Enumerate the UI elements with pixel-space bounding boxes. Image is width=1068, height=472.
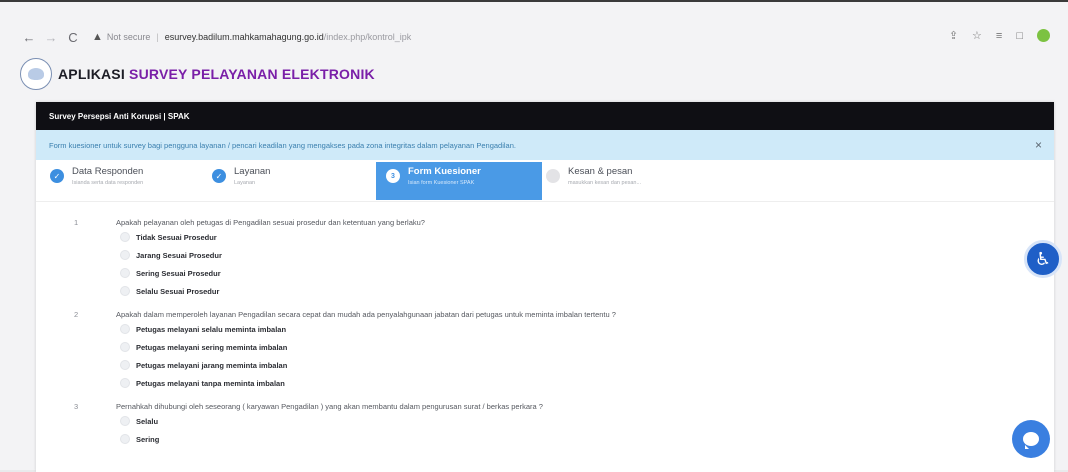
step-text: Layanan Layanan (234, 166, 270, 186)
answer-option-label: Sering (136, 434, 160, 444)
step-subtitle: Layanan (234, 180, 256, 186)
step-text: Kesan & pesan masukkan kesan dan pesan... (568, 166, 641, 186)
warning-icon[interactable]: ▲ (92, 31, 103, 43)
answer-option-label: Petugas melayani tanpa meminta imbalan (136, 378, 285, 388)
step-subtitle: Isian form Kuesioner SPAK (408, 180, 475, 186)
accessibility-icon: ♿ (1034, 248, 1052, 269)
wizard-step[interactable]: ✓ Data Responden Isianda serta data respon… (50, 166, 143, 200)
answer-option-label: Selalu Sesuai Prosedur (136, 286, 220, 296)
reading-list-icon[interactable]: ≡ (996, 30, 1002, 42)
step-title: Layanan (234, 166, 271, 177)
answer-option[interactable]: Jarang Sesuai Prosedur (120, 250, 222, 260)
answer-option[interactable]: Selalu Sesuai Prosedur (120, 286, 219, 296)
url-path[interactable]: /index.php/kontrol_ipk (324, 32, 412, 42)
answer-option-label: Jarang Sesuai Prosedur (136, 250, 222, 260)
app-title-prefix: APLIKASI (58, 66, 125, 82)
radio-button[interactable] (120, 342, 130, 352)
app-logo (20, 58, 52, 90)
answer-option[interactable]: Petugas melayani sering meminta imbalan (120, 342, 287, 352)
step-subtitle: masukkan kesan dan pesan... (568, 180, 642, 186)
share-icon[interactable]: ⇪ (949, 29, 958, 42)
card-header: Survey Persepsi Anti Korupsi | SPAK (36, 102, 1054, 130)
radio-button[interactable] (120, 232, 130, 242)
survey-card: Survey Persepsi Anti Korupsi | SPAK Form… (36, 102, 1054, 472)
wizard-step[interactable]: ✓ Layanan Layanan (212, 166, 270, 200)
step-text: Data Responden Isianda serta data respond… (72, 166, 143, 186)
check-icon: ✓ (212, 169, 226, 183)
step-text: Form Kuesioner Isian form Kuesioner SPAK (408, 166, 481, 186)
step-subtitle: Isianda serta data responden (72, 180, 144, 186)
star-icon[interactable]: ☆ (972, 29, 982, 42)
question-number: 3 (74, 402, 79, 411)
step-title: Kesan & pesan (568, 166, 633, 177)
step-number-icon (546, 169, 560, 183)
question-number: 1 (74, 218, 79, 227)
answer-option[interactable]: Sering (120, 434, 159, 444)
question-text: Apakah pelayanan oleh petugas di Pengadi… (116, 218, 425, 227)
browser-window: ← → C ▲ Not secure | esurvey.badilum.mah… (0, 0, 1068, 472)
answer-option[interactable]: Selalu (120, 416, 158, 426)
answer-option-label: Tidak Sesuai Prosedur (136, 232, 217, 242)
forward-icon[interactable]: → (40, 30, 62, 45)
answer-option[interactable]: Tidak Sesuai Prosedur (120, 232, 217, 242)
answer-option[interactable]: Petugas melayani tanpa meminta imbalan (120, 378, 285, 388)
not-secure-label[interactable]: Not secure (107, 32, 151, 42)
answer-option[interactable]: Petugas melayani jarang meminta imbalan (120, 360, 287, 370)
accessibility-button[interactable]: ♿ (1024, 240, 1062, 278)
answer-option[interactable]: Sering Sesuai Prosedur (120, 268, 221, 278)
answer-option[interactable]: Petugas melayani selalu meminta imbalan (120, 324, 286, 334)
app-title-accent: SURVEY PELAYANAN ELEKTRONIK (129, 66, 375, 82)
chat-button[interactable] (1012, 420, 1050, 458)
radio-button[interactable] (120, 324, 130, 334)
answer-option-label: Petugas melayani jarang meminta imbalan (136, 360, 288, 370)
question-text: Pernahkah dihubungi oleh seseorang ( kar… (116, 402, 543, 411)
close-icon[interactable]: × (1035, 138, 1042, 152)
app-header: APLIKASI SURVEY PELAYANAN ELEKTRONIK (20, 56, 375, 92)
radio-button[interactable] (120, 286, 130, 296)
app-title: APLIKASI SURVEY PELAYANAN ELEKTRONIK (58, 66, 375, 82)
answer-option-label: Sering Sesuai Prosedur (136, 268, 221, 278)
url-host[interactable]: esurvey.badilum.mahkamahagung.go.id (165, 32, 324, 42)
alert-text: Form kuesioner untuk survey bagi penggun… (49, 140, 516, 150)
reload-icon[interactable]: C (62, 30, 84, 45)
chat-icon (1023, 432, 1039, 449)
step-title: Data Responden (72, 166, 144, 177)
wizard-steps: ✓ Data Responden Isianda serta data respon… (36, 160, 1054, 202)
question-number: 2 (74, 310, 79, 319)
browser-actions: ⇪ ☆ ≡ □ (949, 29, 1050, 42)
step-number-icon: 3 (386, 169, 400, 183)
radio-button[interactable] (120, 268, 130, 278)
url-separator: | (156, 32, 159, 42)
radio-button[interactable] (120, 250, 130, 260)
step-title: Form Kuesioner (408, 166, 481, 177)
extension-icon[interactable] (1037, 29, 1050, 42)
radio-button[interactable] (120, 416, 130, 426)
radio-button[interactable] (120, 378, 130, 388)
question-text: Apakah dalam memperoleh layanan Pengadil… (116, 310, 616, 319)
answer-option-label: Petugas melayani sering meminta imbalan (136, 342, 288, 352)
browser-toolbar: ← → C ▲ Not secure | esurvey.badilum.mah… (18, 24, 1058, 50)
radio-button[interactable] (120, 360, 130, 370)
back-icon[interactable]: ← (18, 30, 40, 45)
wizard-step[interactable]: Kesan & pesan masukkan kesan dan pesan... (546, 166, 641, 200)
answer-option-label: Selalu (136, 416, 159, 426)
wizard-step[interactable]: 3 Form Kuesioner Isian form Kuesioner SPAK (376, 162, 542, 200)
tab-icon[interactable]: □ (1016, 30, 1023, 42)
info-alert: Form kuesioner untuk survey bagi penggun… (36, 130, 1054, 160)
radio-button[interactable] (120, 434, 130, 444)
check-icon: ✓ (50, 169, 64, 183)
answer-option-label: Petugas melayani selalu meminta imbalan (136, 324, 287, 334)
